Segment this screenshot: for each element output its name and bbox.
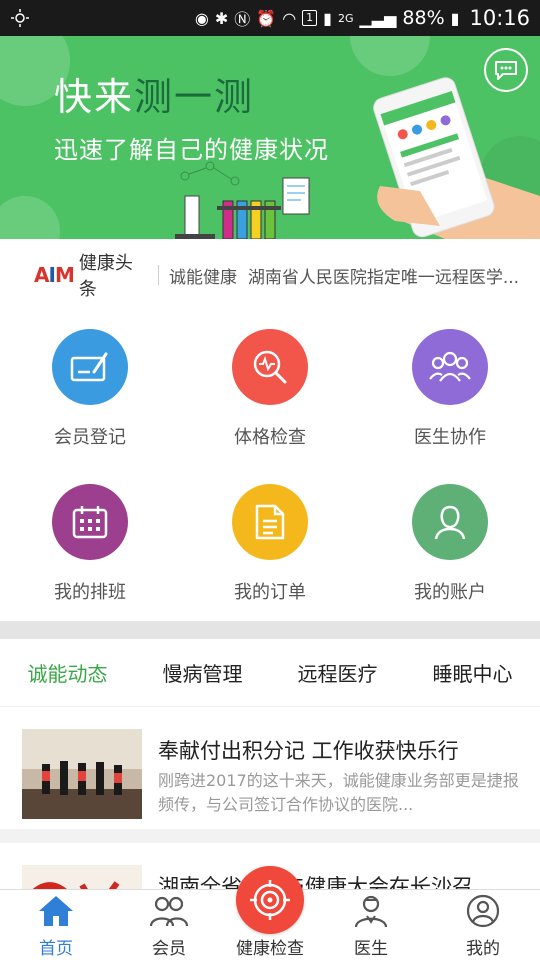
battery-icon: ▮ (450, 8, 460, 28)
list-separator (0, 829, 540, 843)
ticker-source: 诚能健康 (169, 267, 238, 288)
section-divider (0, 621, 540, 639)
news-list-item[interactable]: 奉献付出积分记 工作收获快乐行 刚跨进2017的这十来天，诚能健康业务部更是捷报… (0, 707, 540, 829)
nav-label: 我的 (466, 939, 500, 959)
health-test-banner[interactable]: 快来测一测 迅速了解自己的健康状况 (0, 36, 540, 239)
feature-grid: 会员登记 体格检查 医生协作 我的排班 我的订单 我的账户 (0, 311, 540, 621)
chat-button[interactable] (484, 48, 528, 92)
wifi-icon: ◠ (282, 8, 297, 28)
network-type: 2G (337, 11, 354, 25)
nav-label: 首页 (39, 939, 73, 959)
feature-label: 医生协作 (414, 427, 486, 448)
member-register-icon (52, 329, 128, 405)
bottom-navigation: 首页 会员 健康检查 医生 我的 (0, 866, 540, 960)
status-bar: ◉ ✱ Ⓝ ⏰ ◠ 1 ▮ 2G ▁▃▅ 88% ▮ 10:16 (0, 0, 540, 36)
phone-illustration (373, 77, 540, 239)
location-icon: ◉ (194, 8, 209, 28)
sim-badge: 1 (302, 10, 318, 26)
health-headlines-logo: AIM 健康头条 (34, 249, 148, 301)
nfc-icon: Ⓝ (234, 10, 251, 29)
clock: 10:16 (469, 6, 530, 30)
ticker-headline-text: 湖南省人民医院指定唯一远程医学... (247, 267, 520, 288)
news-tabs: 诚能动态 慢病管理 远程医疗 睡眠中心 (0, 639, 540, 707)
profile-icon (466, 894, 500, 928)
feature-doctor-collab[interactable]: 医生协作 (360, 329, 540, 449)
battery-percent: 88% (402, 7, 445, 29)
feature-label: 会员登记 (54, 427, 126, 448)
tab-sleep-center[interactable]: 睡眠中心 (425, 658, 521, 687)
tab-telemedicine[interactable]: 远程医疗 (290, 658, 386, 687)
status-right: ◉ ✱ Ⓝ ⏰ ◠ 1 ▮ 2G ▁▃▅ 88% ▮ 10:16 (195, 6, 530, 30)
article-thumbnail (22, 729, 142, 819)
physical-exam-icon (232, 329, 308, 405)
aim-logo: AIM (34, 263, 75, 287)
nav-home[interactable]: 首页 (11, 894, 101, 959)
feature-my-account[interactable]: 我的账户 (360, 484, 540, 604)
banner-title: 快来测一测 (54, 66, 254, 121)
banner-title-part2: 测一测 (134, 75, 255, 119)
doctor-icon (354, 895, 388, 928)
members-icon (149, 896, 189, 927)
feature-physical-exam[interactable]: 体格检查 (180, 329, 360, 449)
feature-member-register[interactable]: 会员登记 (0, 329, 180, 449)
signal-icon: ▮ (323, 8, 332, 28)
chat-icon (495, 61, 517, 80)
doctor-collab-icon (412, 329, 488, 405)
ticker-divider (158, 265, 160, 285)
feature-my-orders[interactable]: 我的订单 (180, 484, 360, 604)
ticker-logo-text: 健康头条 (78, 253, 133, 300)
brightness-icon (11, 9, 29, 27)
nav-label[interactable]: 健康检查 (220, 934, 320, 959)
article-summary: 刚跨进2017的这十来天，诚能健康业务部更是捷报频传，与公司签订合作协议的医院.… (158, 771, 519, 814)
nav-label: 会员 (152, 939, 186, 959)
feature-label: 我的排班 (54, 582, 126, 603)
tab-chengneng-news[interactable]: 诚能动态 (20, 658, 116, 687)
order-icon (232, 484, 308, 560)
decor-circle (0, 196, 60, 239)
feature-label: 我的账户 (414, 582, 486, 603)
nav-profile[interactable]: 我的 (438, 894, 528, 959)
banner-title-part1: 快来 (54, 75, 135, 119)
home-icon (39, 896, 73, 926)
ticker-headline[interactable]: 诚能健康 湖南省人民医院指定唯一远程医学... (169, 263, 540, 288)
nav-doctor[interactable]: 医生 (326, 894, 416, 959)
schedule-icon (52, 484, 128, 560)
signal-bars-icon: ▁▃▅ (359, 8, 397, 28)
status-left (10, 8, 30, 28)
nav-label: 医生 (354, 939, 388, 959)
feature-my-schedule[interactable]: 我的排班 (0, 484, 180, 604)
nav-health-check-button[interactable] (236, 866, 304, 934)
health-news-ticker[interactable]: AIM 健康头条 诚能健康 湖南省人民医院指定唯一远程医学... (0, 239, 540, 311)
article-title: 奉献付出积分记 工作收获快乐行 (158, 739, 459, 763)
tab-chronic-disease[interactable]: 慢病管理 (155, 658, 251, 687)
feature-label: 体格检查 (234, 427, 306, 448)
nav-members[interactable]: 会员 (124, 894, 214, 959)
target-icon (250, 880, 290, 920)
feature-label: 我的订单 (234, 582, 306, 603)
bluetooth-icon: ✱ (214, 8, 229, 28)
lab-illustration (175, 161, 310, 239)
alarm-icon: ⏰ (256, 8, 277, 28)
account-icon (412, 484, 488, 560)
